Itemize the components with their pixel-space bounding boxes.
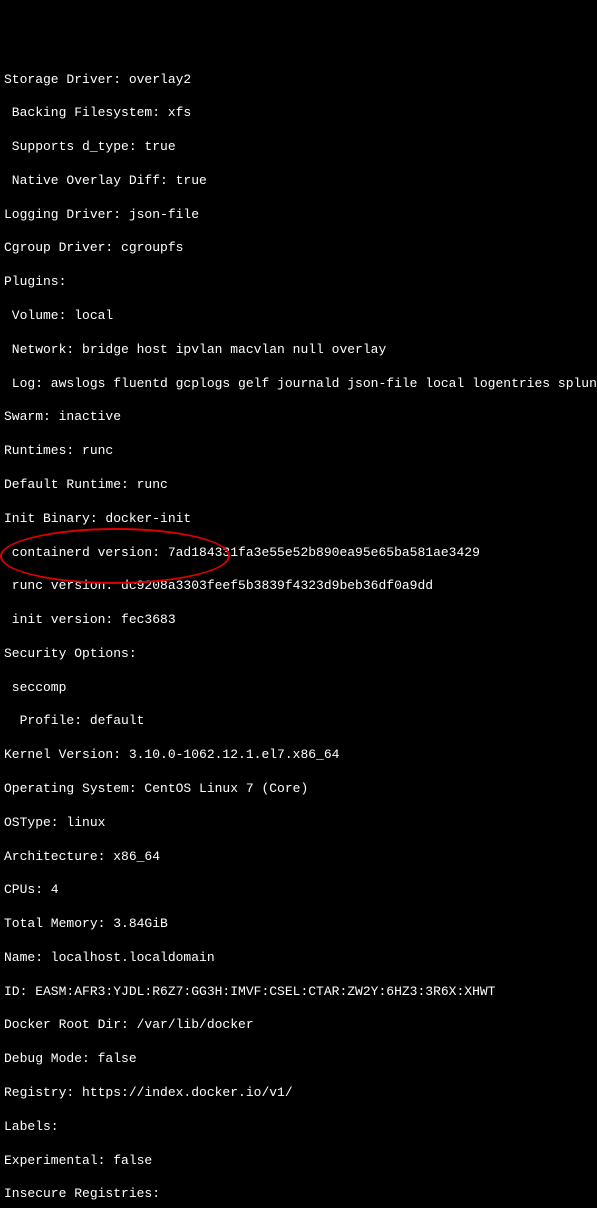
terminal-line: Security Options: [4,646,593,663]
terminal-line: init version: fec3683 [4,612,593,629]
terminal-line: seccomp [4,680,593,697]
terminal-line: Network: bridge host ipvlan macvlan null… [4,342,593,359]
terminal-line: Profile: default [4,713,593,730]
terminal-line: Supports d_type: true [4,139,593,156]
terminal-line: Kernel Version: 3.10.0-1062.12.1.el7.x86… [4,747,593,764]
terminal-line: Swarm: inactive [4,409,593,426]
terminal-line: Docker Root Dir: /var/lib/docker [4,1017,593,1034]
terminal-line: runc version: dc9208a3303feef5b3839f4323… [4,578,593,595]
terminal-line: Volume: local [4,308,593,325]
terminal-line: ID: EASM:AFR3:YJDL:R6Z7:GG3H:IMVF:CSEL:C… [4,984,593,1001]
terminal-line: Default Runtime: runc [4,477,593,494]
terminal-line: Storage Driver: overlay2 [4,72,593,89]
terminal-line: containerd version: 7ad184331fa3e55e52b8… [4,545,593,562]
terminal-line: Debug Mode: false [4,1051,593,1068]
terminal-line: Native Overlay Diff: true [4,173,593,190]
terminal-line: Total Memory: 3.84GiB [4,916,593,933]
terminal-line: CPUs: 4 [4,882,593,899]
terminal-line: Operating System: CentOS Linux 7 (Core) [4,781,593,798]
terminal-line: Insecure Registries: [4,1186,593,1203]
terminal-line: Logging Driver: json-file [4,207,593,224]
terminal-line: Experimental: false [4,1153,593,1170]
terminal-line: Registry: https://index.docker.io/v1/ [4,1085,593,1102]
terminal-line: Labels: [4,1119,593,1136]
terminal-line: Runtimes: runc [4,443,593,460]
terminal-line: Cgroup Driver: cgroupfs [4,240,593,257]
terminal-line: Name: localhost.localdomain [4,950,593,967]
terminal-line: Plugins: [4,274,593,291]
terminal-line: Architecture: x86_64 [4,849,593,866]
terminal-line: Backing Filesystem: xfs [4,105,593,122]
terminal-line: OSType: linux [4,815,593,832]
terminal-line: Init Binary: docker-init [4,511,593,528]
terminal-line: Log: awslogs fluentd gcplogs gelf journa… [4,376,593,393]
